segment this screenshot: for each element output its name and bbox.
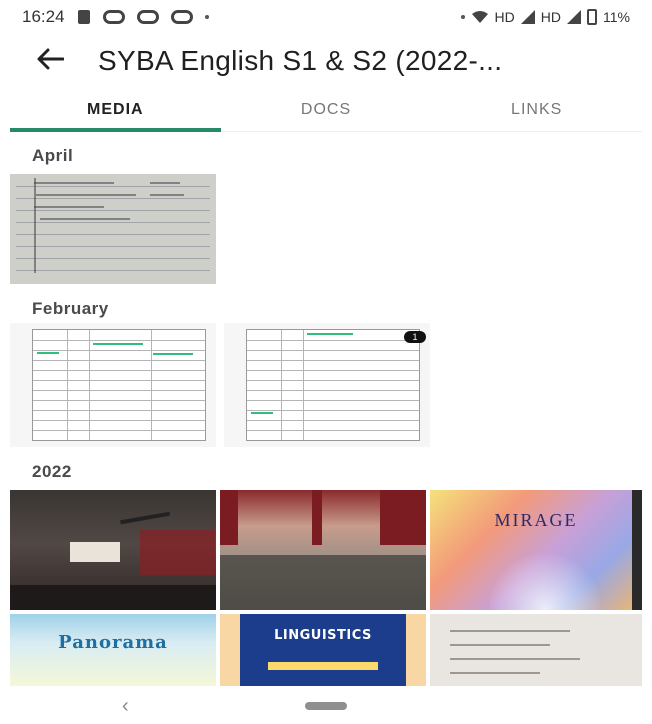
system-nav-bar: ‹ [0, 688, 652, 724]
media-thumbnail-linguistics-cover[interactable]: LINGUISTICS [220, 614, 426, 686]
media-thumbnail-group-photo[interactable] [220, 490, 426, 610]
notification-icon [77, 9, 91, 25]
media-thumbnail-handwritten-sheet[interactable] [10, 174, 216, 284]
nav-home-pill[interactable] [305, 702, 347, 710]
linguistics-title: LINGUISTICS [274, 628, 372, 643]
battery-percent: 11% [603, 9, 630, 25]
more-dot-icon [204, 15, 209, 19]
status-time: 16:24 [22, 7, 65, 26]
battery-icon [587, 9, 598, 25]
page-title: SYBA English S1 & S2 (2022-... [98, 45, 503, 76]
cloud-icon [136, 10, 159, 24]
network-label: HD [494, 9, 515, 25]
media-thumbnail-mirage-cover[interactable]: MIRAGE [430, 490, 642, 610]
panorama-title: Panorama [58, 632, 168, 653]
signal-icon [520, 10, 535, 24]
tab-media[interactable]: MEDIA [10, 88, 221, 132]
wifi-icon [471, 10, 489, 24]
section-header-2022: 2022 [32, 462, 72, 481]
vibrate-dot-icon [460, 15, 465, 19]
tab-bar: MEDIA DOCS LINKS [10, 88, 642, 132]
media-thumbnail-spreadsheet-1[interactable] [10, 323, 216, 447]
cloud-icon [102, 10, 125, 24]
tab-links[interactable]: LINKS [431, 88, 642, 131]
media-count-badge: 1 [404, 331, 426, 343]
mirage-title: MIRAGE [494, 510, 578, 530]
cloud-icon [170, 10, 193, 24]
nav-back-button[interactable]: ‹ [122, 695, 129, 718]
tab-docs[interactable]: DOCS [221, 88, 432, 131]
signal-icon [567, 10, 582, 24]
status-bar: 16:24 HD HD 11% [0, 0, 652, 34]
section-header-april: April [32, 146, 74, 165]
app-bar: SYBA English S1 & S2 (2022-... [0, 36, 652, 86]
media-thumbnail-spreadsheet-2[interactable]: 1 [224, 323, 430, 447]
section-header-february: February [32, 299, 109, 318]
arrow-left-icon [36, 48, 65, 75]
network-label-2: HD [540, 9, 562, 25]
back-button[interactable] [22, 36, 78, 86]
media-thumbnail-classroom-photo[interactable] [10, 490, 216, 610]
media-thumbnail-panorama-cover[interactable]: Panorama [10, 614, 216, 686]
media-thumbnail-document-photo[interactable] [430, 614, 642, 686]
